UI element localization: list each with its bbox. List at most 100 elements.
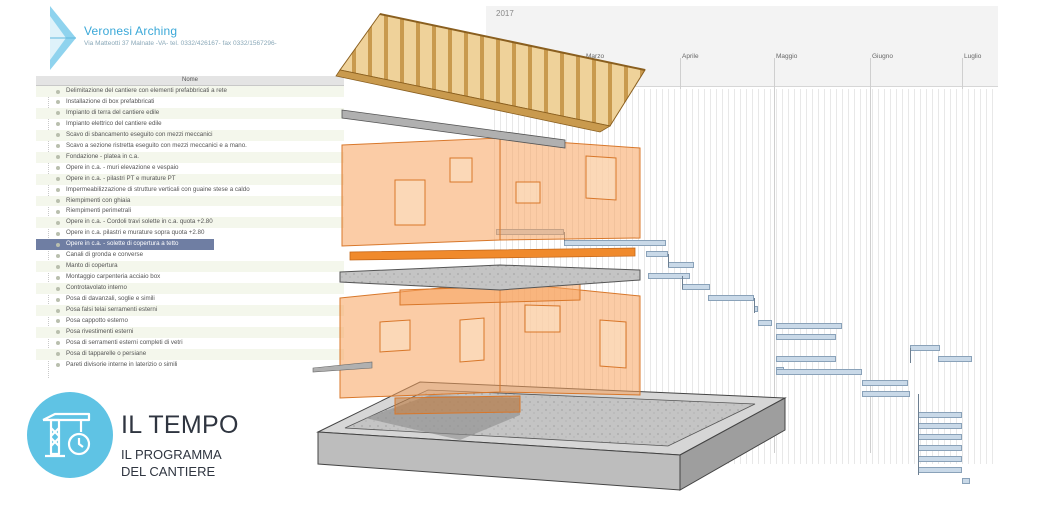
gantt-dependency-link: [668, 254, 669, 267]
day-gridline: [710, 89, 711, 464]
task-row[interactable]: Posa di serramenti esterni completi di v…: [36, 338, 344, 349]
day-gridline: [974, 89, 975, 464]
task-name: Pareti divisorie interne in laterizio o …: [66, 360, 178, 368]
day-gridline: [950, 89, 951, 464]
task-row[interactable]: Riempimenti perimetrali: [36, 206, 344, 217]
task-name: Opere in c.a. - muri elevazione e vespai…: [66, 163, 179, 171]
task-row[interactable]: Impianto di terra del cantiere edile: [36, 107, 344, 119]
crane-clock-badge: [27, 392, 113, 478]
day-gridline: [590, 89, 591, 464]
gantt-task-bar[interactable]: [918, 423, 962, 429]
gantt-task-bar[interactable]: [938, 356, 972, 362]
task-column-header[interactable]: Nome: [36, 76, 344, 86]
task-name: Riempimenti con ghiaia: [66, 196, 131, 204]
task-row[interactable]: Scavo a sezione ristretta eseguito con m…: [36, 141, 344, 152]
day-gridline: [944, 89, 945, 464]
task-row[interactable]: Posa cappotto esterno: [36, 316, 344, 327]
task-row[interactable]: Opere in c.a. - solette di copertura a t…: [36, 239, 214, 251]
gantt-task-bar[interactable]: [648, 273, 690, 279]
task-bullet-icon: [56, 89, 60, 94]
gantt-task-bar[interactable]: [758, 320, 772, 326]
task-row[interactable]: Installazione di box prefabbricati: [36, 97, 344, 108]
task-name: Riempimenti perimetrali: [66, 207, 131, 215]
gantt-task-bar[interactable]: [918, 456, 962, 462]
day-gridline: [962, 89, 963, 464]
gantt-task-bar[interactable]: [776, 356, 836, 362]
gantt-task-bar[interactable]: [910, 345, 940, 351]
gantt-task-bar[interactable]: [776, 334, 836, 340]
day-gridline: [812, 89, 813, 464]
task-row[interactable]: Controtavolato interno: [36, 283, 344, 295]
day-gridline: [992, 89, 993, 464]
gantt-task-bar[interactable]: [962, 478, 970, 484]
task-name: Canali di gronda e converse: [66, 251, 144, 259]
task-row[interactable]: Posa di davanzali, soglie e simili: [36, 294, 344, 305]
day-gridline: [542, 89, 543, 464]
gantt-task-bar[interactable]: [918, 412, 962, 418]
task-row[interactable]: Opere in c.a. - muri elevazione e vespai…: [36, 163, 344, 174]
gantt-task-bar[interactable]: [918, 445, 962, 451]
task-row[interactable]: Scavo di sbancamento eseguito con mezzi …: [36, 129, 344, 141]
gantt-task-bar[interactable]: [918, 434, 962, 440]
day-gridline: [776, 89, 777, 464]
task-bullet-icon: [56, 297, 60, 302]
day-gridline: [986, 89, 987, 464]
task-row[interactable]: Opere in c.a. pilastri e murature sopra …: [36, 228, 344, 239]
task-row[interactable]: Impermeabilizzazione di strutture vertic…: [36, 185, 344, 196]
task-row[interactable]: Opere in c.a. - Cordoli travi solette in…: [36, 217, 344, 229]
day-gridline: [698, 89, 699, 464]
day-gridline: [692, 89, 693, 464]
day-gridline: [896, 89, 897, 464]
gantt-task-bar[interactable]: [776, 369, 862, 375]
task-row[interactable]: Posa rivestimenti esterni: [36, 326, 344, 338]
gantt-task-bar[interactable]: [708, 295, 754, 301]
task-row[interactable]: Delimitazione del cantiere con elementi …: [36, 86, 344, 97]
gantt-task-bar[interactable]: [496, 229, 564, 235]
day-gridline: [866, 89, 867, 464]
day-gridline: [596, 89, 597, 464]
day-gridline: [872, 89, 873, 464]
company-logo-icon: [50, 6, 76, 70]
gantt-dependency-link: [564, 232, 565, 241]
task-row[interactable]: Manto di copertura: [36, 261, 344, 273]
task-list-panel: Nome Delimitazione del cantiere con elem…: [36, 76, 344, 378]
gantt-task-bar[interactable]: [682, 284, 710, 290]
company-address: Via Matteotti 37 Malnate -VA- tel. 0332/…: [84, 40, 277, 47]
day-gridline: [914, 89, 915, 464]
task-row[interactable]: Opere in c.a. - pilastri PT e murature P…: [36, 173, 344, 185]
day-gridline: [740, 89, 741, 464]
task-name: Opere in c.a. - solette di copertura a t…: [66, 240, 179, 248]
task-name: Opere in c.a. - Cordoli travi solette in…: [66, 218, 213, 226]
gantt-task-bar[interactable]: [862, 391, 910, 397]
task-bullet-icon: [56, 231, 60, 236]
task-name: Installazione di box prefabbricati: [66, 97, 155, 105]
gantt-task-bar[interactable]: [862, 380, 908, 386]
task-row[interactable]: Posa falsi telai serramenti esterni: [36, 305, 344, 316]
day-gridline: [980, 89, 981, 464]
gantt-dependency-link: [918, 394, 919, 475]
task-row[interactable]: Canali di gronda e converse: [36, 250, 344, 261]
task-bullet-icon: [56, 133, 60, 138]
task-row[interactable]: Fondazione - platea in c.a.: [36, 151, 344, 163]
gantt-task-bar[interactable]: [918, 467, 962, 473]
task-name: Posa di tapparelle o persiane: [66, 349, 147, 357]
gantt-task-bar[interactable]: [776, 323, 842, 329]
task-name: Posa cappotto esterno: [66, 316, 128, 324]
task-row[interactable]: Pareti divisorie interne in laterizio o …: [36, 360, 344, 371]
day-gridline: [704, 89, 705, 464]
day-gridline: [584, 89, 585, 464]
task-bullet-icon: [56, 209, 60, 214]
day-gridline: [512, 89, 513, 464]
task-row[interactable]: Impianto elettrico del cantiere edile: [36, 119, 344, 130]
day-gridline: [536, 89, 537, 464]
gantt-task-bar[interactable]: [564, 240, 666, 246]
task-row[interactable]: Posa di tapparelle o persiane: [36, 348, 344, 360]
task-row[interactable]: Montaggio carpenteria acciaio box: [36, 272, 344, 283]
gantt-task-bar[interactable]: [646, 251, 668, 257]
day-gridline: [638, 89, 639, 464]
task-row[interactable]: Riempimenti con ghiaia: [36, 195, 344, 207]
gantt-chart: 2017 Marzo Aprile Maggio Giugno Luglio: [486, 6, 998, 484]
gantt-task-bar[interactable]: [668, 262, 694, 268]
day-gridline: [956, 89, 957, 464]
day-gridline: [800, 89, 801, 464]
